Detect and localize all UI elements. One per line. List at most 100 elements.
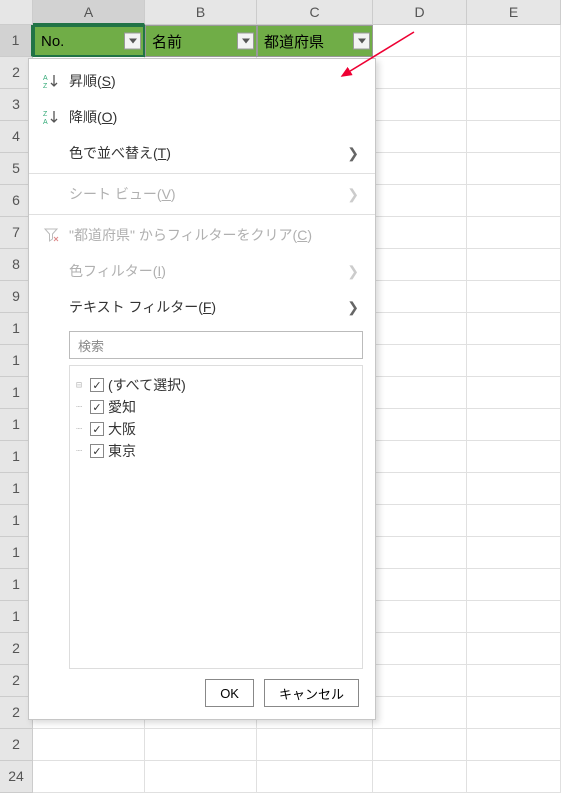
cell[interactable]: [373, 121, 467, 153]
cell[interactable]: [373, 633, 467, 665]
chevron-right-icon: ❯: [347, 299, 359, 316]
filter-value-label: 大阪: [108, 419, 136, 439]
cell[interactable]: [467, 249, 561, 281]
filter-value-item[interactable]: ┈✓大阪: [76, 418, 356, 440]
cell[interactable]: [373, 665, 467, 697]
cell[interactable]: [467, 185, 561, 217]
cell[interactable]: [373, 537, 467, 569]
tree-connector-icon: ┈: [76, 402, 90, 413]
cell[interactable]: [467, 729, 561, 761]
filter-value-item[interactable]: ┈✓愛知: [76, 396, 356, 418]
filter-dropdown-button[interactable]: [124, 33, 141, 50]
cell[interactable]: [373, 377, 467, 409]
cell[interactable]: [373, 281, 467, 313]
cell[interactable]: [373, 601, 467, 633]
cell[interactable]: [467, 761, 561, 793]
sort-by-color[interactable]: 色で並べ替え(T) ❯: [29, 135, 375, 171]
cell[interactable]: [33, 729, 145, 761]
cell[interactable]: [373, 217, 467, 249]
cell[interactable]: [467, 697, 561, 729]
cell[interactable]: [373, 249, 467, 281]
checkbox[interactable]: ✓: [90, 444, 104, 458]
cell[interactable]: [373, 25, 467, 57]
filter-dropdown: AZ 昇順(S) ZA 降順(O) 色で並べ替え(T) ❯ シート ビュー(V)…: [28, 58, 376, 720]
svg-text:A: A: [43, 119, 48, 125]
cell[interactable]: [467, 89, 561, 121]
filter-value-item[interactable]: ┈✓東京: [76, 440, 356, 462]
header-label: No.: [41, 33, 64, 50]
sheet-view-label: シート ビュー(V): [69, 184, 347, 204]
row-header[interactable]: 1: [0, 25, 33, 57]
clear-filter-label: "都道府県" からフィルターをクリア(C): [69, 225, 359, 245]
table-header-cell[interactable]: 名前: [145, 25, 257, 57]
col-header-e[interactable]: E: [467, 0, 561, 25]
table-header-cell[interactable]: No.: [33, 25, 145, 57]
col-header-a[interactable]: A: [33, 0, 145, 25]
cell[interactable]: [373, 761, 467, 793]
ok-button[interactable]: OK: [205, 679, 254, 707]
cell[interactable]: [373, 313, 467, 345]
cell[interactable]: [467, 121, 561, 153]
table-header-cell[interactable]: 都道府県: [257, 25, 373, 57]
cell[interactable]: [467, 537, 561, 569]
cell[interactable]: [373, 57, 467, 89]
col-header-c[interactable]: C: [257, 0, 373, 25]
cell[interactable]: [373, 153, 467, 185]
cell[interactable]: [467, 505, 561, 537]
sort-ascending[interactable]: AZ 昇順(S): [29, 63, 375, 99]
cell[interactable]: [467, 57, 561, 89]
col-header-b[interactable]: B: [145, 0, 257, 25]
cell[interactable]: [467, 345, 561, 377]
text-filter[interactable]: テキスト フィルター(F) ❯: [29, 289, 375, 325]
cell[interactable]: [373, 569, 467, 601]
sort-asc-label: 昇順(S): [69, 71, 359, 91]
cell[interactable]: [145, 729, 257, 761]
checkbox[interactable]: ✓: [90, 422, 104, 436]
cell[interactable]: [145, 761, 257, 793]
cell[interactable]: [373, 505, 467, 537]
search-input[interactable]: 検索: [69, 331, 363, 359]
filter-value-item[interactable]: ⊟✓(すべて選択): [76, 374, 356, 396]
row-header[interactable]: 24: [0, 761, 33, 793]
cell[interactable]: [373, 473, 467, 505]
cell[interactable]: [467, 601, 561, 633]
filter-dropdown-button[interactable]: [353, 33, 370, 50]
cancel-button[interactable]: キャンセル: [264, 679, 359, 707]
checkbox[interactable]: ✓: [90, 400, 104, 414]
sort-descending[interactable]: ZA 降順(O): [29, 99, 375, 135]
cell[interactable]: [467, 217, 561, 249]
filter-dropdown-button[interactable]: [237, 33, 254, 50]
cell[interactable]: [257, 761, 373, 793]
cell[interactable]: [33, 761, 145, 793]
cell[interactable]: [373, 409, 467, 441]
filter-values-list[interactable]: ⊟✓(すべて選択)┈✓愛知┈✓大阪┈✓東京: [69, 365, 363, 669]
cell[interactable]: [467, 441, 561, 473]
cell[interactable]: [467, 153, 561, 185]
checkbox[interactable]: ✓: [90, 378, 104, 392]
color-filter: 色フィルター(I) ❯: [29, 253, 375, 289]
cell[interactable]: [467, 377, 561, 409]
cell[interactable]: [257, 729, 373, 761]
cell[interactable]: [467, 409, 561, 441]
sort-desc-label: 降順(O): [69, 107, 359, 127]
chevron-right-icon: ❯: [347, 186, 359, 203]
cell[interactable]: [373, 441, 467, 473]
cell[interactable]: [467, 281, 561, 313]
select-all-corner[interactable]: [0, 0, 33, 25]
cell[interactable]: [467, 569, 561, 601]
cell[interactable]: [467, 665, 561, 697]
filter-value-label: (すべて選択): [108, 375, 186, 395]
funnel-clear-icon: [43, 227, 69, 243]
cell[interactable]: [373, 89, 467, 121]
row-header[interactable]: 2: [0, 729, 33, 761]
cell[interactable]: [373, 185, 467, 217]
clear-filter: "都道府県" からフィルターをクリア(C): [29, 217, 375, 253]
cell[interactable]: [467, 633, 561, 665]
cell[interactable]: [467, 473, 561, 505]
cell[interactable]: [373, 697, 467, 729]
cell[interactable]: [373, 345, 467, 377]
cell[interactable]: [467, 25, 561, 57]
cell[interactable]: [467, 313, 561, 345]
col-header-d[interactable]: D: [373, 0, 467, 25]
cell[interactable]: [373, 729, 467, 761]
